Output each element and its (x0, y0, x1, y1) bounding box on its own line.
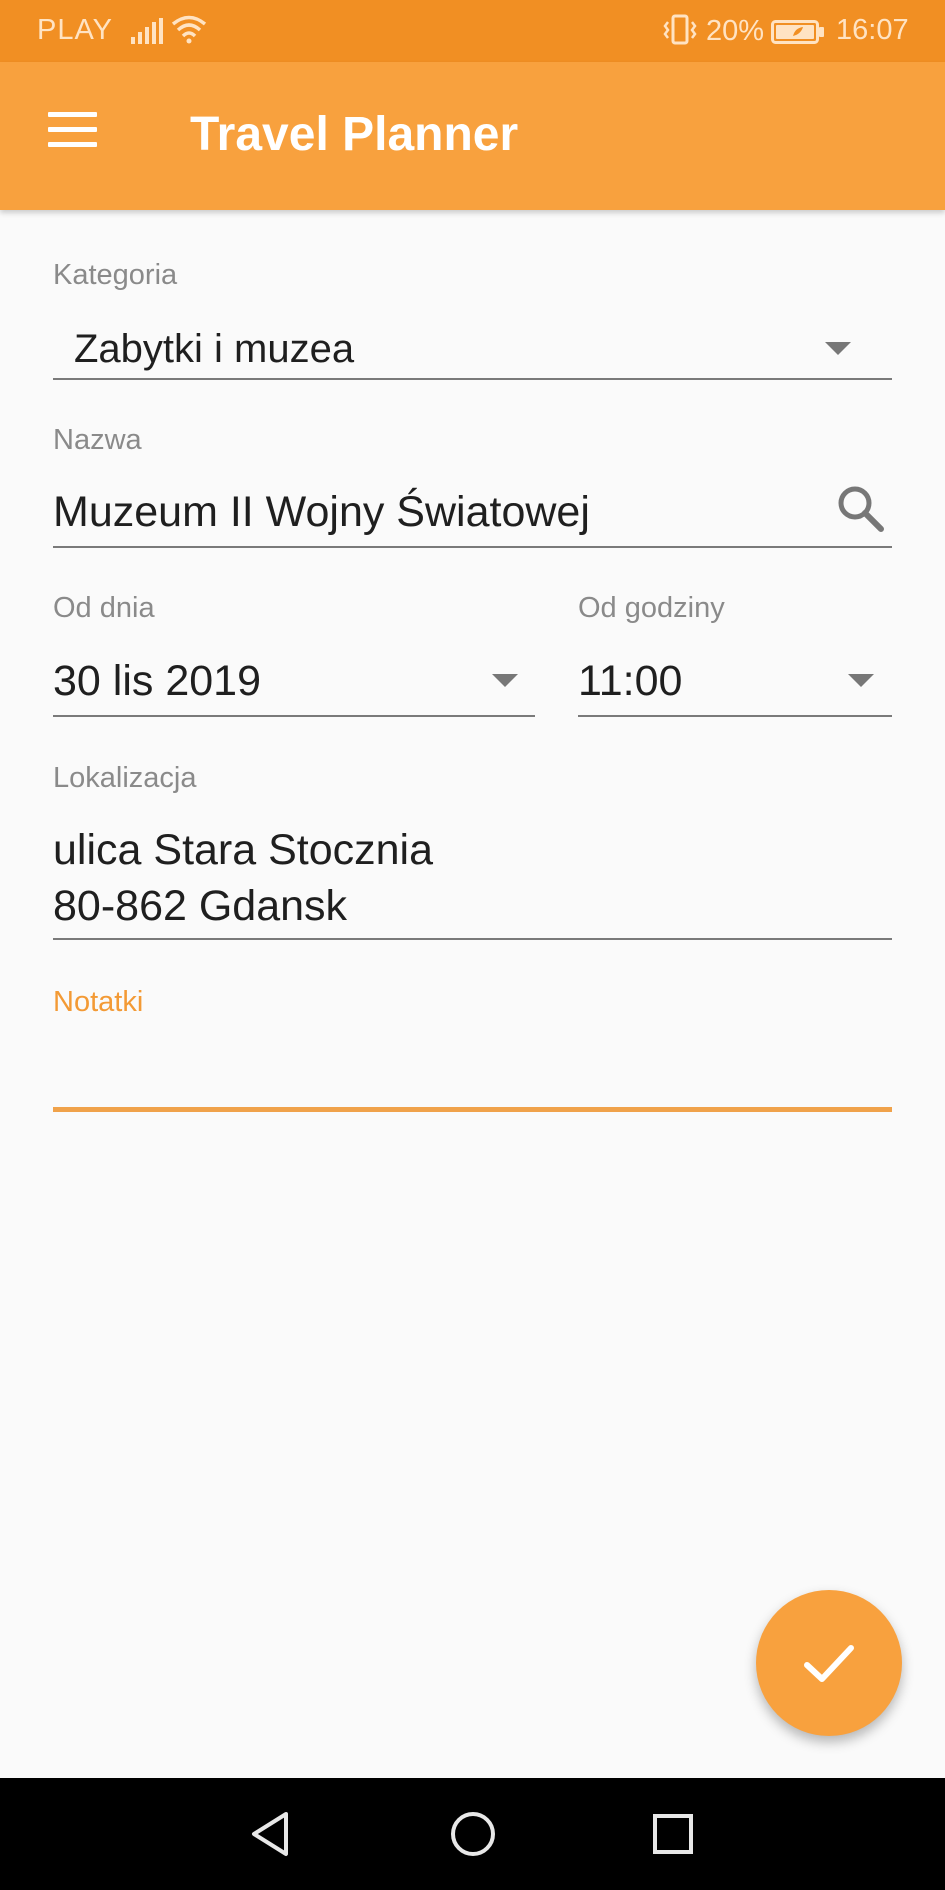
date-label: Od dnia (53, 592, 155, 624)
check-icon (804, 1645, 854, 1682)
location-underline (53, 938, 892, 940)
battery-percent: 20% (706, 15, 765, 47)
vibrate-icon (662, 14, 698, 54)
location-input[interactable]: ulica Stara Stocznia 80-862 Gdansk (53, 822, 892, 934)
name-label: Nazwa (53, 424, 142, 456)
notes-label: Notatki (53, 986, 144, 1018)
notes-input[interactable] (53, 1040, 892, 1104)
wifi-icon (171, 14, 207, 52)
category-value: Zabytki i muzea (74, 327, 355, 371)
battery-saver-icon (771, 19, 825, 52)
hamburger-menu-icon[interactable] (36, 102, 112, 158)
category-underline (53, 378, 892, 380)
notes-underline (53, 1107, 892, 1112)
date-underline (53, 715, 535, 717)
location-line-2: 80-862 Gdansk (53, 882, 348, 930)
home-icon[interactable] (449, 1810, 497, 1863)
date-dropdown-arrow-icon (492, 674, 518, 687)
date-value: 30 lis 2019 (53, 657, 261, 705)
time-dropdown[interactable]: 11:00 (578, 650, 892, 716)
app-bar: Travel Planner (0, 62, 945, 210)
category-label: Kategoria (53, 259, 178, 291)
date-dropdown[interactable]: 30 lis 2019 (53, 650, 535, 716)
category-dropdown[interactable]: Zabytki i muzea (53, 310, 892, 382)
back-icon[interactable] (248, 1810, 292, 1863)
time-underline (578, 715, 892, 717)
recent-apps-icon[interactable] (651, 1810, 695, 1863)
time-dropdown-arrow-icon (848, 674, 874, 687)
app-title: Travel Planner (190, 108, 519, 161)
signal-icon (131, 18, 163, 52)
system-nav-bar (0, 1778, 945, 1890)
confirm-fab-button[interactable] (756, 1590, 902, 1736)
name-underline (53, 546, 892, 548)
location-label: Lokalizacja (53, 762, 197, 794)
carrier-name: PLAY (37, 14, 114, 46)
clock: 16:07 (836, 14, 909, 46)
location-line-1: ulica Stara Stocznia (53, 826, 434, 874)
time-value: 11:00 (578, 657, 683, 705)
category-dropdown-arrow-icon (825, 342, 851, 355)
name-input[interactable]: Muzeum II Wojny Światowej (53, 484, 813, 540)
time-label: Od godziny (578, 592, 725, 624)
status-bar: PLAY 20% 16:07 (0, 0, 945, 62)
search-icon[interactable] (834, 482, 888, 536)
